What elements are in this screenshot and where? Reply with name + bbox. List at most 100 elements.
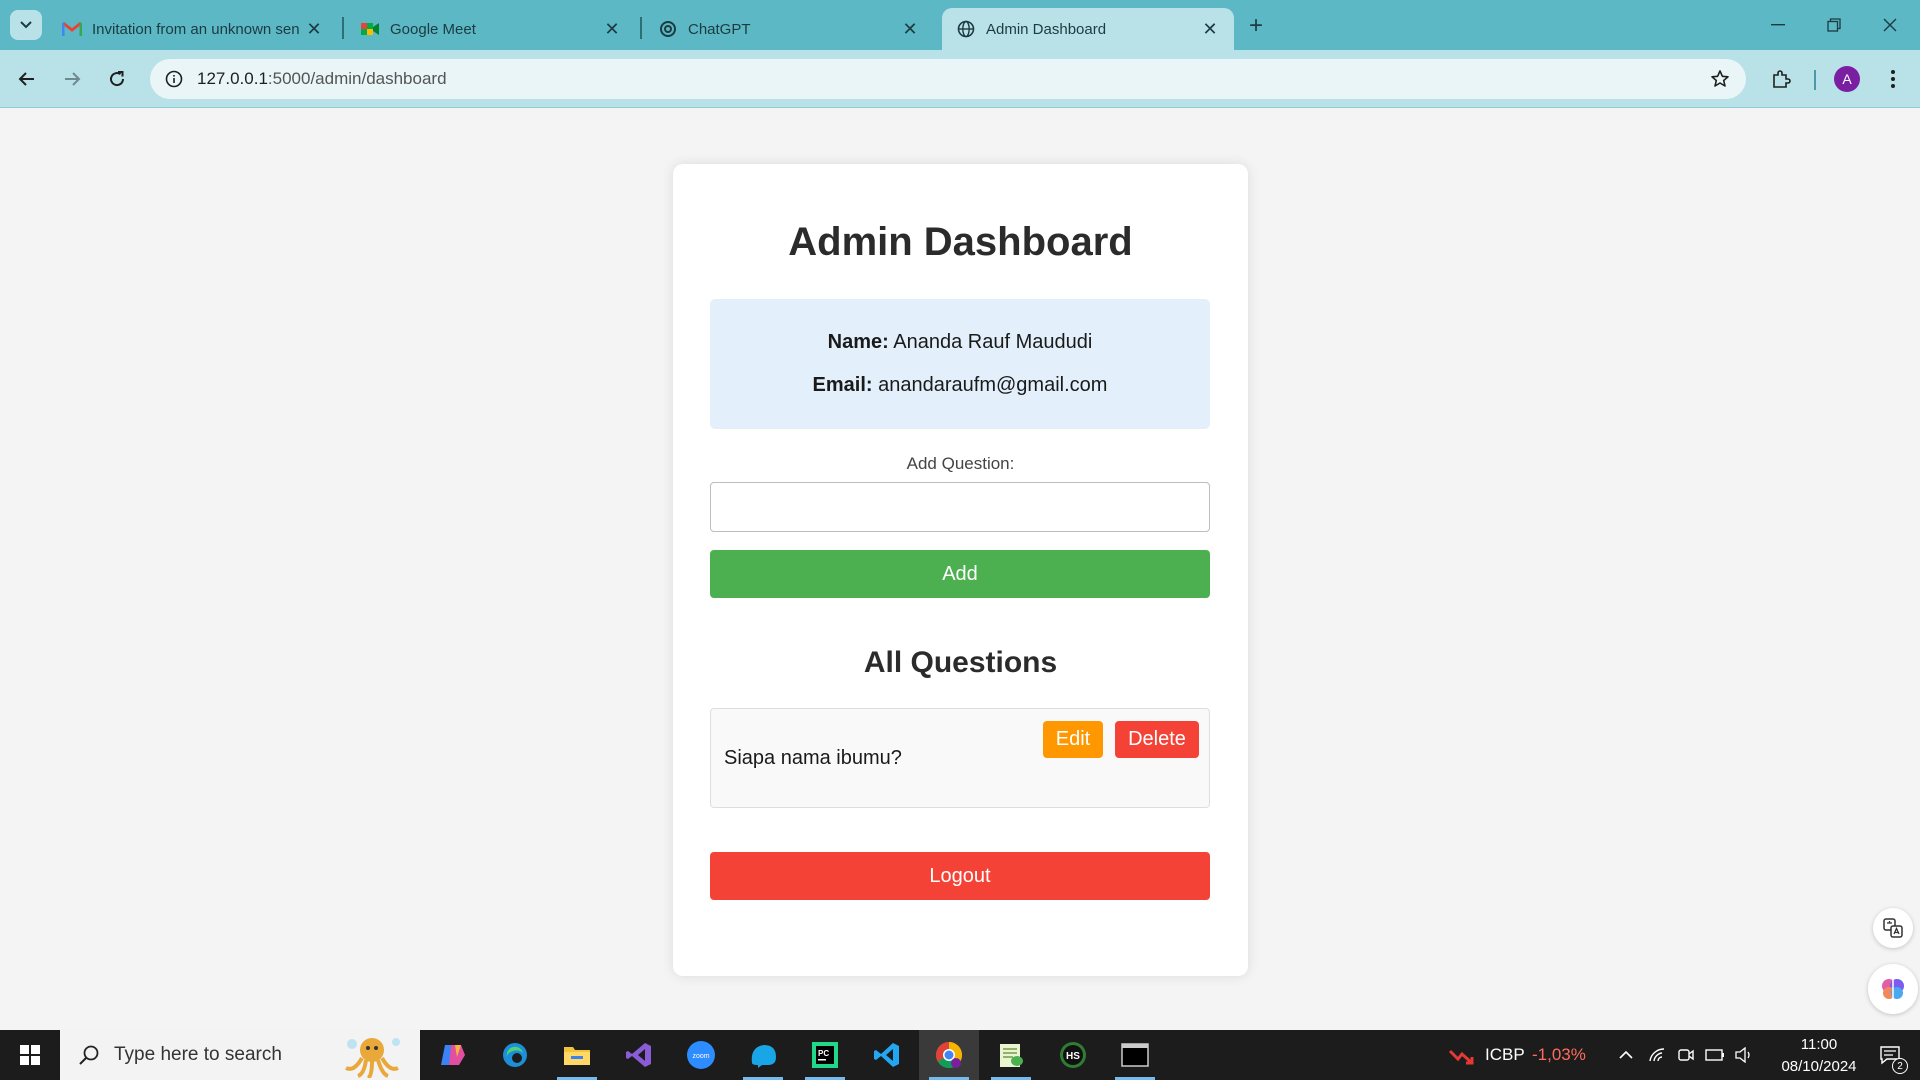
arrow-left-icon [18, 72, 34, 86]
url-text: 127.0.0.1:5000/admin/dashboard [197, 69, 447, 89]
name-label: Name: [827, 331, 889, 353]
taskbar-heidisql[interactable]: HS [1043, 1030, 1103, 1080]
clock-time[interactable]: 11:00 [1790, 1036, 1848, 1053]
restore-icon [1827, 18, 1841, 32]
close-icon [1883, 18, 1897, 32]
toolbar-divider [1814, 70, 1816, 90]
chevron-down-icon [20, 21, 32, 29]
close-icon[interactable]: ✕ [1200, 19, 1220, 39]
browser-tab-bar: Invitation from an unknown sen ✕ Google … [0, 0, 1920, 50]
delete-button[interactable]: Delete [1115, 721, 1199, 758]
tab-google-meet[interactable]: Google Meet ✕ [346, 8, 636, 50]
url-path: :5000/admin/dashboard [267, 69, 447, 88]
translate-icon [1883, 918, 1903, 938]
email-value: anandaraufm@gmail.com [878, 374, 1108, 396]
tab-gmail[interactable]: Invitation from an unknown sen ✕ [48, 8, 338, 50]
windows-logo-icon [20, 1045, 40, 1065]
start-button[interactable] [0, 1030, 60, 1080]
new-tab-button[interactable]: + [1242, 12, 1270, 40]
taskbar-chrome[interactable] [919, 1030, 979, 1080]
translate-button[interactable] [1873, 908, 1913, 948]
notepad-icon [1000, 1044, 1023, 1067]
search-placeholder: Type here to search [114, 1044, 282, 1065]
minimize-button[interactable] [1750, 8, 1806, 42]
app-icon [751, 1045, 776, 1068]
email-label: Email: [812, 374, 873, 396]
profile-email-line: Email: anandaraufm@gmail.com [710, 374, 1210, 397]
edit-button[interactable]: Edit [1043, 721, 1103, 758]
taskbar-notepad-plus[interactable] [981, 1030, 1041, 1080]
taskbar-file-explorer[interactable] [547, 1030, 607, 1080]
close-icon[interactable]: ✕ [304, 19, 324, 39]
globe-icon [956, 19, 976, 39]
volume-icon[interactable] [1732, 1030, 1756, 1080]
svg-text:HS: HS [1066, 1051, 1080, 1062]
stock-trend-icon [1446, 1030, 1476, 1080]
wifi-icon[interactable] [1645, 1030, 1669, 1080]
clock-date[interactable]: 08/10/2024 [1768, 1058, 1870, 1075]
extensions-button[interactable] [1764, 62, 1798, 96]
svg-text:PC: PC [818, 1049, 829, 1058]
taskbar-zoom[interactable]: zoom [671, 1030, 731, 1080]
tab-admin-dashboard[interactable]: Admin Dashboard ✕ [942, 8, 1234, 50]
copilot-icon [441, 1045, 465, 1065]
gmail-icon [62, 19, 82, 39]
reload-icon [110, 71, 125, 87]
add-question-input[interactable] [710, 482, 1210, 532]
page-viewport: Admin Dashboard Name: Ananda Rauf Maudud… [0, 109, 1920, 1030]
meet-now-icon[interactable] [1674, 1030, 1698, 1080]
restore-button[interactable] [1806, 8, 1862, 42]
more-vertical-icon [1891, 70, 1895, 88]
taskbar-vscode[interactable] [857, 1030, 917, 1080]
page-title: Admin Dashboard [788, 220, 1133, 264]
back-button[interactable] [10, 62, 44, 96]
heidisql-icon: HS [1060, 1042, 1086, 1068]
site-info-icon[interactable] [154, 59, 194, 99]
tab-separator [342, 17, 344, 39]
address-bar[interactable]: 127.0.0.1:5000/admin/dashboard [150, 59, 1746, 99]
taskbar-search-box[interactable]: Type here to search [60, 1030, 420, 1080]
close-window-button[interactable] [1862, 8, 1918, 42]
visual-studio-icon [626, 1043, 651, 1067]
add-button[interactable]: Add [710, 550, 1210, 598]
profile-info-box: Name: Ananda Rauf Maududi Email: anandar… [710, 299, 1210, 429]
taskbar-app-blue[interactable] [733, 1030, 793, 1080]
ai-assistant-button[interactable] [1868, 964, 1918, 1014]
tab-chatgpt[interactable]: ChatGPT ✕ [644, 8, 934, 50]
profile-name-line: Name: Ananda Rauf Maududi [710, 331, 1210, 354]
taskbar-pycharm[interactable]: PC [795, 1030, 855, 1080]
stock-ticker[interactable]: ICBP [1485, 1045, 1525, 1065]
avatar: A [1834, 66, 1860, 92]
google-meet-icon [360, 19, 380, 39]
bookmark-star-icon[interactable] [1708, 67, 1732, 91]
close-icon[interactable]: ✕ [602, 19, 622, 39]
forward-button[interactable] [55, 62, 89, 96]
taskbar-copilot[interactable] [423, 1030, 483, 1080]
browser-menu-button[interactable] [1876, 62, 1910, 96]
logout-button[interactable]: Logout [710, 852, 1210, 900]
tab-title: ChatGPT [688, 20, 751, 38]
notification-count-badge: 2 [1892, 1058, 1908, 1074]
question-text: Siapa nama ibumu? [724, 747, 902, 769]
tab-separator [640, 17, 642, 39]
tab-title: Google Meet [390, 20, 476, 38]
reload-button[interactable] [100, 62, 134, 96]
chevron-up-icon[interactable] [1614, 1030, 1638, 1080]
add-question-label: Add Question: [906, 454, 1015, 473]
all-questions-heading: All Questions [863, 646, 1058, 679]
windows-taskbar: Type here to search zoom PC HS ICBP -1,0… [0, 1030, 1920, 1080]
battery-icon[interactable] [1703, 1030, 1727, 1080]
puzzle-icon [1773, 70, 1791, 88]
close-icon[interactable]: ✕ [900, 19, 920, 39]
browser-toolbar: 127.0.0.1:5000/admin/dashboard A [0, 50, 1920, 108]
stock-change: -1,03% [1532, 1045, 1586, 1064]
taskbar-visual-studio[interactable] [609, 1030, 669, 1080]
profile-button[interactable]: A [1830, 62, 1864, 96]
taskbar-edge[interactable] [485, 1030, 545, 1080]
folder-icon [564, 1047, 590, 1065]
notification-center-button[interactable]: 2 [1870, 1030, 1910, 1080]
vscode-icon [874, 1043, 899, 1067]
chatgpt-icon [658, 19, 678, 39]
taskbar-terminal[interactable] [1105, 1030, 1165, 1080]
tab-search-button[interactable] [10, 10, 42, 40]
